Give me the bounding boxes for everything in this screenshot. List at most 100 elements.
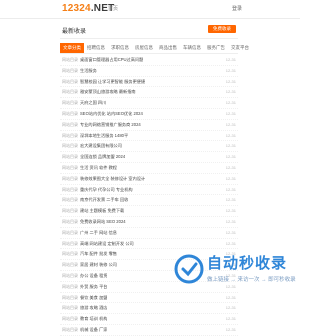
item-title[interactable]: 宏大建设集团有限公司 (80, 143, 122, 149)
item-date: 12-31 (225, 175, 236, 181)
submit-site-button[interactable]: 免费收录 (208, 25, 236, 33)
item-title[interactable]: 汽车 配件 批发 零售 (80, 251, 117, 257)
site-logo[interactable]: 12324.NET (62, 3, 114, 14)
item-title[interactable]: 免费收录网站 SEO 2024 (80, 219, 126, 225)
item-category[interactable]: 网站目录 (62, 89, 78, 95)
list-item[interactable]: 网站目录 专业的网络营销推广服务商 2024 12-31 (60, 120, 238, 131)
watermark-title: 自动秒收录 (207, 255, 288, 272)
item-title[interactable]: 南京代开发票 二手车 回收 (80, 197, 128, 203)
list-item[interactable]: 网站目录 深圳本地生活服务 1480平 12-31 (60, 131, 238, 142)
list-item[interactable]: 网站目录 雅安蒙顶山旅游攻略 最新指南 12-31 (60, 87, 238, 99)
item-category[interactable]: 网站目录 (62, 241, 78, 247)
list-item[interactable]: 网站目录 装修效果图大全 装修设计 室内设计 12-31 (60, 174, 238, 185)
item-category[interactable]: 网站目录 (62, 187, 78, 193)
item-category[interactable]: 网站目录 (62, 122, 78, 128)
watermark: 自动秒收录 做上链接 → 来访一次 → 即可秒收录 (174, 250, 296, 294)
item-title[interactable]: 深圳本地生活服务 1480平 (80, 133, 128, 139)
list-item[interactable]: 网站目录 重庆代孕 代孕公司 专业机构 12-31 (60, 185, 238, 196)
item-category[interactable]: 网站目录 (62, 79, 78, 85)
item-date: 12-31 (225, 229, 236, 235)
tab-2[interactable]: 招聘信息 (84, 43, 108, 53)
item-title[interactable]: 机械 设备 厂家 (80, 327, 107, 333)
item-title[interactable]: 专业的网络营销推广服务商 2024 (80, 122, 141, 128)
item-title[interactable]: SEO站内优化 站内SEO优化 2024 (80, 111, 143, 117)
item-category[interactable]: 网站目录 (62, 219, 78, 225)
item-date: 12-31 (225, 154, 236, 160)
list-item[interactable]: 网站目录 全国连锁 品牌加盟 2024 12-31 (60, 152, 238, 163)
item-category[interactable]: 网站目录 (62, 57, 78, 63)
section-header: 最新收录 免费收录 (60, 22, 238, 39)
item-title[interactable]: 生活服务 (80, 68, 97, 74)
item-category[interactable]: 网站目录 (62, 111, 78, 117)
list-item[interactable]: 网站目录 建站 主题模板 免费下载 12-31 (60, 206, 238, 217)
item-category[interactable]: 网站目录 (62, 197, 78, 203)
item-title[interactable]: 旅游 攻略 酒店 (80, 305, 107, 311)
item-category[interactable]: 网站目录 (62, 273, 78, 279)
item-title[interactable]: 雅安蒙顶山旅游攻略 最新指南 (80, 89, 136, 95)
item-date: 12-31 (225, 100, 236, 106)
tab-1[interactable]: 文章分类 (60, 43, 84, 53)
item-date: 12-31 (225, 240, 236, 246)
item-date: 12-31 (225, 132, 236, 138)
list-item[interactable]: 网站目录 桌面窗口管理器占用CPU过高问题 12-31 (60, 55, 238, 66)
tab-8[interactable]: 交友平台 (228, 43, 252, 53)
item-title[interactable]: 高端 网站建设 定制开发 公司 (80, 241, 134, 247)
item-category[interactable]: 网站目录 (62, 305, 78, 311)
item-category[interactable]: 网站目录 (62, 251, 78, 257)
item-category[interactable]: 网站目录 (62, 176, 78, 182)
item-category[interactable]: 网站目录 (62, 165, 78, 171)
item-title[interactable]: 全国连锁 品牌加盟 2024 (80, 154, 125, 160)
item-date: 12-31 (225, 164, 236, 170)
item-title[interactable]: 建站 主题模板 免费下载 (80, 208, 124, 214)
item-category[interactable]: 网站目录 (62, 100, 78, 106)
tab-7[interactable]: 服务广告 (204, 43, 228, 53)
item-category[interactable]: 网站目录 (62, 154, 78, 160)
tab-3[interactable]: 求职信息 (108, 43, 132, 53)
list-item[interactable]: 网站目录 旅游 攻略 酒店 12-31 (60, 303, 238, 315)
item-category[interactable]: 网站目录 (62, 316, 78, 322)
list-item[interactable]: 网站目录 餐饮 美食 加盟 12-31 (60, 293, 238, 304)
item-date: 12-31 (225, 186, 236, 192)
list-item[interactable]: 网站目录 教育 培训 机构 12-31 (60, 314, 238, 325)
list-item[interactable]: 网站目录 高端 网站建设 定制开发 公司 12-31 (60, 239, 238, 250)
list-item[interactable]: 网站目录 南京代开发票 二手车 回收 12-31 (60, 195, 238, 207)
item-category[interactable]: 网站目录 (62, 327, 78, 333)
tab-6[interactable]: 车辆信息 (180, 43, 204, 53)
item-title[interactable]: 教育 培训 机构 (80, 316, 107, 322)
list-item[interactable]: 网站目录 智慧校园 让学习更智能 服务更便捷 12-31 (60, 77, 238, 88)
item-category[interactable]: 网站目录 (62, 208, 78, 214)
item-date: 12-31 (225, 57, 236, 62)
item-category[interactable]: 网站目录 (62, 284, 78, 290)
item-date: 12-31 (225, 110, 236, 116)
home-link[interactable]: 首页 (108, 5, 118, 12)
item-category[interactable]: 网站目录 (62, 68, 78, 74)
item-title[interactable]: 家居 建材 装修 公司 (80, 262, 117, 268)
item-title[interactable]: 外贸 服务 平台 (80, 284, 107, 290)
item-title[interactable]: 广州 二手 网站 信息 (80, 230, 117, 236)
item-title[interactable]: 生活 资讯 软件 教程 (80, 165, 117, 171)
item-date: 12-31 (225, 316, 236, 322)
list-item[interactable]: 网站目录 生活 资讯 软件 教程 12-31 (60, 163, 238, 174)
list-item[interactable]: 网站目录 宏大建设集团有限公司 12-31 (60, 141, 238, 153)
item-category[interactable]: 网站目录 (62, 230, 78, 236)
login-link[interactable]: 登录 (232, 5, 242, 12)
tab-5[interactable]: 商品出售 (156, 43, 180, 53)
list-item[interactable]: 网站目录 天府之国 四川 12-31 (60, 98, 238, 109)
item-title[interactable]: 天府之国 四川 (80, 100, 106, 106)
list-item[interactable]: 网站目录 免费收录网站 SEO 2024 12-31 (60, 217, 238, 228)
item-title[interactable]: 办公 设备 租赁 (80, 273, 107, 279)
item-date: 12-31 (225, 197, 236, 203)
list-item[interactable]: 网站目录 机械 设备 厂家 12-31 (60, 325, 238, 336)
item-category[interactable]: 网站目录 (62, 262, 78, 268)
item-title[interactable]: 桌面窗口管理器占用CPU过高问题 (80, 57, 143, 63)
list-item[interactable]: 网站目录 SEO站内优化 站内SEO优化 2024 12-31 (60, 109, 238, 120)
list-item[interactable]: 网站目录 广州 二手 网站 信息 12-31 (60, 228, 238, 239)
item-date: 12-31 (225, 208, 236, 214)
item-title[interactable]: 智慧校园 让学习更智能 服务更便捷 (80, 79, 145, 85)
item-category[interactable]: 网站目录 (62, 143, 78, 149)
item-title[interactable]: 重庆代孕 代孕公司 专业机构 (80, 187, 133, 193)
item-title[interactable]: 装修效果图大全 装修设计 室内设计 (80, 176, 145, 182)
tab-4[interactable]: 房屋信息 (132, 43, 156, 53)
list-item[interactable]: 网站目录 生活服务 12-31 (60, 66, 238, 77)
item-category[interactable]: 网站目录 (62, 133, 78, 139)
